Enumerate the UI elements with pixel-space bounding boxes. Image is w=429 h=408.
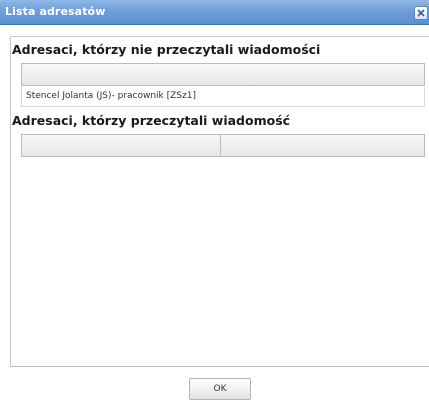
close-button[interactable] xyxy=(414,6,428,20)
unread-recipient-row[interactable]: Stencel Jolanta (JS)- pracownik [ZSz1] xyxy=(21,87,425,107)
unread-recipients-table-header xyxy=(21,63,425,86)
unread-recipients-heading: Adresaci, którzy nie przeczytali wiadomo… xyxy=(12,42,321,57)
read-recipients-heading: Adresaci, którzy przeczytali wiadomość xyxy=(12,113,291,128)
ok-button[interactable]: OK xyxy=(189,378,251,400)
recipient-name: Stencel Jolanta (JS)- pracownik [ZSz1] xyxy=(26,91,196,101)
close-icon xyxy=(417,9,425,17)
dialog-title: Lista adresatów xyxy=(5,5,106,18)
dialog-titlebar[interactable]: Lista adresatów xyxy=(0,0,429,25)
read-recipients-table-header xyxy=(21,134,425,157)
recipient-list-dialog: Lista adresatów Adresaci, którzy nie prz… xyxy=(0,0,429,408)
column-divider xyxy=(220,135,221,156)
